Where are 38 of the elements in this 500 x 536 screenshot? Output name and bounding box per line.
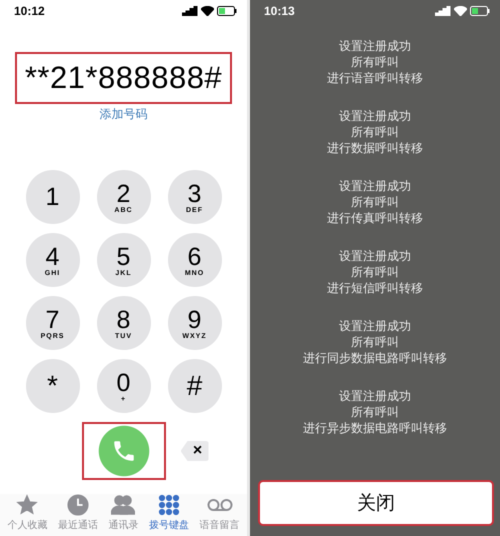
close-button[interactable]: 关闭 [258,480,494,526]
message-line: 所有呼叫 [351,194,399,210]
battery-icon [470,6,490,16]
tab-item[interactable]: 拨号键盘 [149,494,190,532]
number-field[interactable]: **21*888888# [14,52,232,104]
message-line: 设置注册成功 [339,318,411,334]
message-line: 所有呼叫 [351,404,399,420]
wifi-icon [454,6,467,16]
message-line: 进行传真呼叫转移 [327,210,423,226]
message-line: 设置注册成功 [339,248,411,264]
message-line: 设置注册成功 [339,38,411,54]
star-icon [16,494,38,516]
message-line: 进行异步数据电路呼叫转移 [303,420,447,436]
wifi-icon [201,6,214,16]
message-line: 设置注册成功 [339,108,411,124]
message-line: 所有呼叫 [351,264,399,280]
call-button[interactable] [82,422,166,480]
message-line: 进行语音呼叫转移 [327,70,423,86]
add-number-link[interactable]: 添加号码 [100,106,148,123]
message-line: 设置注册成功 [339,388,411,404]
signal-icon [435,6,451,16]
battery-icon [217,6,237,16]
message-line: 所有呼叫 [351,54,399,70]
signal-icon [182,6,198,16]
keypad-key[interactable]: * [26,359,80,413]
message-line: 所有呼叫 [351,124,399,140]
message-line: 进行同步数据电路呼叫转移 [303,350,447,366]
message-line: 进行数据呼叫转移 [327,140,423,156]
keypad-key[interactable]: 1 [26,170,80,224]
keypad-icon [158,494,180,516]
message-line: 设置注册成功 [339,178,411,194]
message-line: 进行短信呼叫转移 [327,280,423,296]
status-time: 10:12 [14,4,45,18]
keypad-key[interactable]: # [168,359,222,413]
message-line: 所有呼叫 [351,334,399,350]
status-time: 10:13 [264,4,295,18]
contacts-icon [111,494,136,516]
delete-button[interactable]: × [180,441,208,461]
